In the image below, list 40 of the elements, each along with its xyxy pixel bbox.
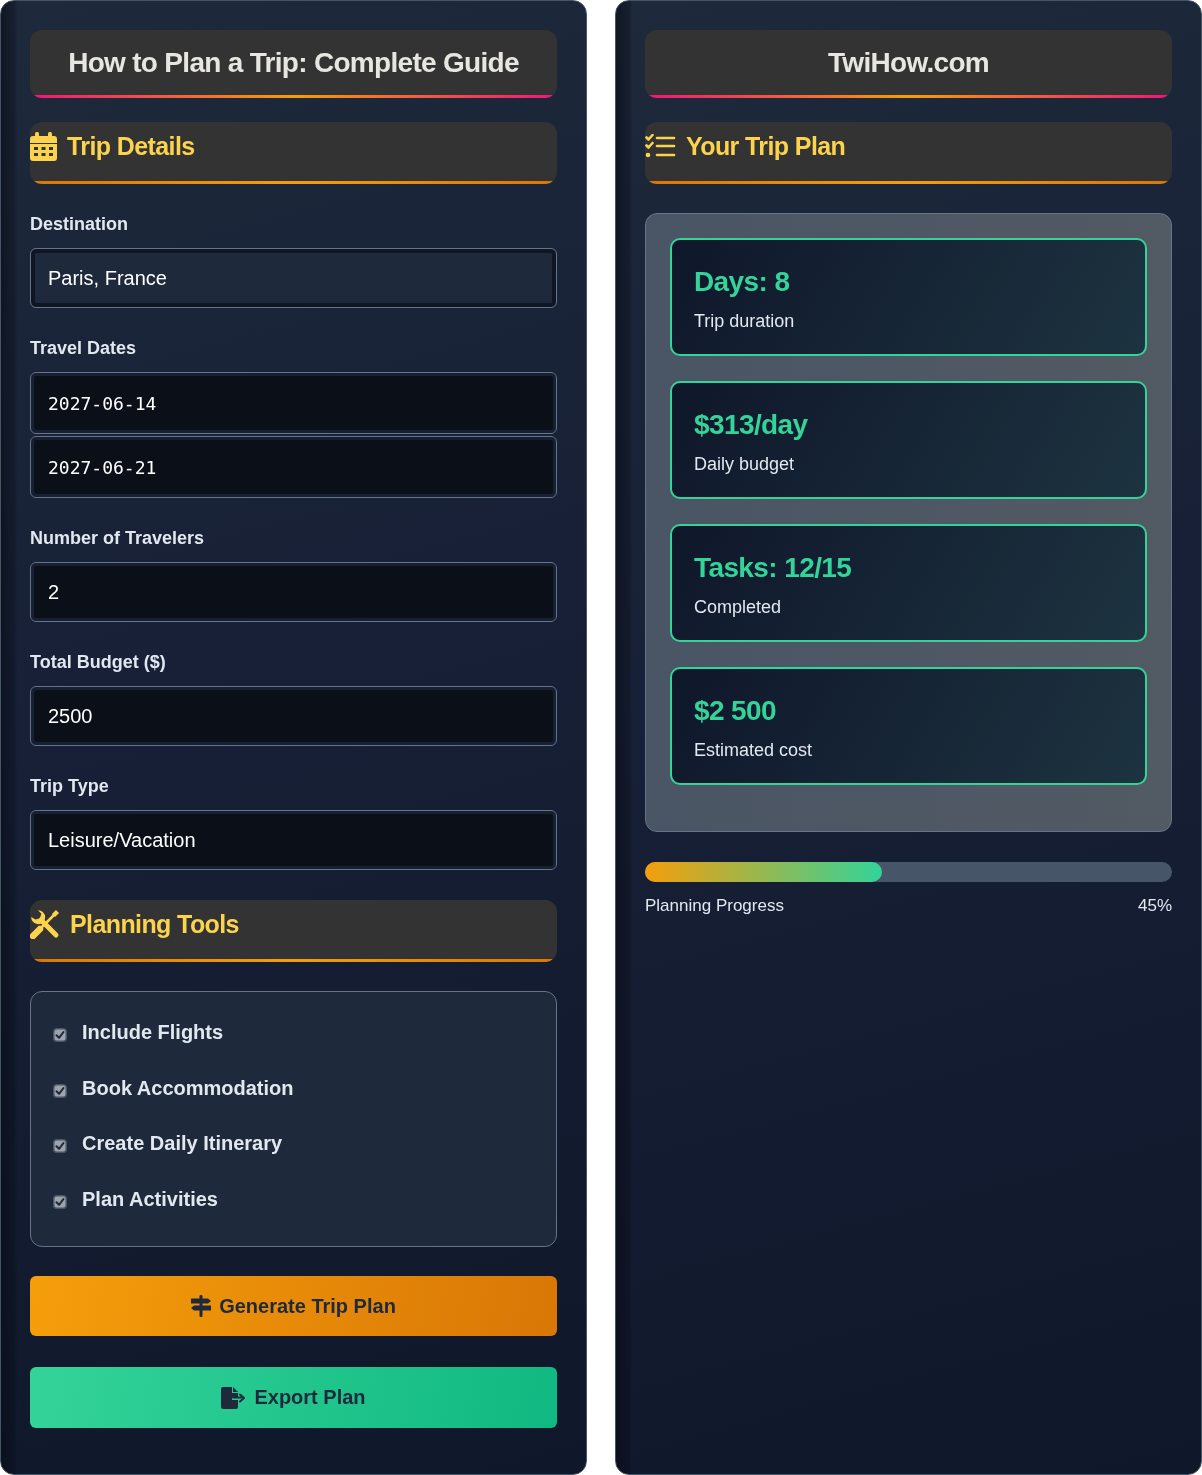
checkbox-label[interactable]: Book Accommodation (82, 1076, 294, 1100)
checkbox-label[interactable]: Create Daily Itinerary (82, 1132, 283, 1156)
section-heading: Trip Details (67, 131, 195, 161)
stat-caption: Trip duration (694, 310, 795, 332)
stat-caption: Estimated cost (694, 739, 813, 761)
file-arrow-icon (221, 1386, 247, 1409)
wrench-screwdriver-icon (30, 909, 60, 939)
field-label: Number of Travelers (30, 527, 205, 550)
generate-button[interactable]: Generate Trip Plan (30, 1276, 557, 1336)
stat-value: Days: 8 (694, 265, 790, 299)
progress-percent: 45% (1137, 896, 1172, 916)
checkbox[interactable] (53, 1194, 67, 1209)
text-field[interactable]: Paris, France (30, 248, 557, 308)
progress-label: Planning Progress (645, 896, 784, 916)
checkbox[interactable] (53, 1083, 67, 1098)
checkbox-label[interactable]: Plan Activities (82, 1187, 218, 1211)
number-field[interactable]: 2500 (30, 686, 557, 746)
stat-caption: Completed (694, 596, 782, 618)
field-label: Trip Type (30, 775, 109, 798)
checkbox-label[interactable]: Include Flights (82, 1021, 224, 1045)
export-button[interactable]: Export Plan (30, 1367, 557, 1428)
page-title: How to Plan a Trip: Complete Guide (68, 45, 519, 80)
checkbox[interactable] (53, 1028, 67, 1043)
text-field[interactable]: Leisure/Vacation (30, 810, 557, 870)
date-field[interactable]: 2027-06-21 (30, 436, 557, 498)
stat-value: $2 500 (694, 694, 777, 728)
field-label: Destination (30, 213, 128, 236)
site-title: TwiHow.com (828, 45, 989, 80)
number-field[interactable]: 2 (30, 562, 557, 622)
field-label: Total Budget ($) (30, 651, 166, 674)
section-heading: Your Trip Plan (686, 131, 846, 161)
field-label: Travel Dates (30, 337, 137, 360)
checklist-icon (645, 134, 676, 158)
signpost-icon (191, 1295, 212, 1317)
section-heading: Planning Tools (70, 909, 239, 939)
stat-value: Tasks: 12/15 (694, 551, 852, 585)
date-field[interactable]: 2027-06-14 (30, 372, 557, 434)
stat-value: $313/day (694, 408, 808, 442)
stat-caption: Daily budget (694, 453, 795, 475)
checkbox[interactable] (53, 1139, 67, 1154)
